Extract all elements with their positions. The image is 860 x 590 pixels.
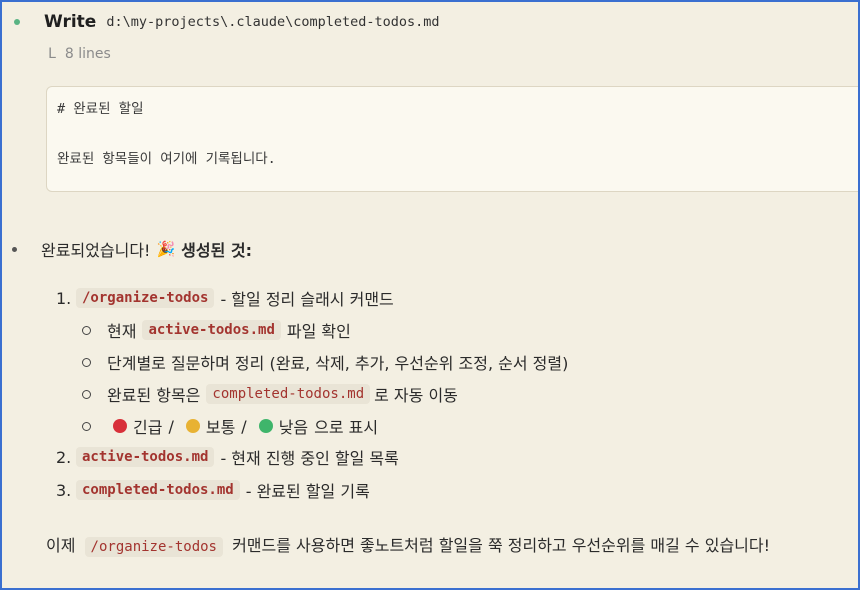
- priority-normal: 보통: [205, 418, 236, 437]
- summary-bold: 생성된 것:: [181, 241, 253, 260]
- inline-code: active-todos.md: [76, 447, 215, 467]
- separator: /: [168, 416, 174, 436]
- preview-line-1: # 완료된 할일: [57, 101, 144, 117]
- separator: /: [241, 416, 247, 436]
- green-circle-icon: [258, 419, 273, 433]
- tool-name: Write: [44, 12, 97, 32]
- closing-paragraph: 이제 /organize-todos 커맨드를 사용하면 좋노트처럼 할일을 쭉…: [46, 529, 856, 564]
- list-item-text: - 완료된 할일 기록: [245, 482, 370, 501]
- inline-code: completed-todos.md: [206, 384, 371, 404]
- sub-list-item: 긴급 / 보통 / 낮음 으로 표시: [82, 414, 378, 438]
- list-number: 3.: [56, 480, 72, 500]
- inline-code: active-todos.md: [142, 320, 281, 340]
- list-item: 3. completed-todos.md - 완료된 할일 기록: [56, 478, 370, 502]
- file-preview: # 완료된 할일 완료된 항목들이 여기에 기록됩니다.: [46, 86, 858, 192]
- sub-list-item: 현재 active-todos.md 파일 확인: [82, 318, 351, 342]
- summary-line: 완료되었습니다! 🎉 생성된 것:: [12, 237, 252, 261]
- yellow-circle-icon: [185, 419, 200, 433]
- sub-item-text: 현재: [107, 322, 137, 341]
- inline-code: /organize-todos: [84, 537, 223, 557]
- bullet-icon: [12, 246, 17, 252]
- list-number: 2.: [56, 447, 72, 467]
- sub-list-item: 단계별로 질문하며 정리 (완료, 삭제, 추가, 우선순위 조정, 순서 정렬…: [82, 350, 568, 374]
- circle-bullet-icon: [82, 357, 91, 367]
- summary-text: 완료되었습니다!: [41, 241, 151, 260]
- list-item: 2. active-todos.md - 현재 진행 중인 할일 목록: [56, 445, 399, 469]
- line-count: L 8 lines: [48, 46, 111, 62]
- priority-low: 낮음: [278, 418, 309, 437]
- closing-text: 이제: [46, 536, 76, 555]
- sub-item-text: 단계별로 질문하며 정리 (완료, 삭제, 추가, 우선순위 조정, 순서 정렬…: [107, 354, 569, 373]
- status-dot-icon: [14, 19, 20, 25]
- list-number: 1.: [56, 288, 72, 308]
- sub-item-text: 으로 표시: [314, 418, 379, 437]
- line-count-text: 8 lines: [64, 46, 111, 62]
- sub-item-text: 파일 확인: [286, 322, 351, 341]
- circle-bullet-icon: [82, 421, 91, 431]
- inline-code: completed-todos.md: [76, 480, 240, 500]
- circle-bullet-icon: [82, 389, 91, 399]
- party-popper-icon: 🎉: [156, 240, 176, 258]
- write-tool-header: Write d:\my-projects\.claude\completed-t…: [14, 12, 440, 32]
- sub-item-text: 완료된 항목은: [107, 386, 201, 405]
- file-path[interactable]: d:\my-projects\.claude\completed-todos.m…: [106, 14, 439, 30]
- sub-item-text: 로 자동 이동: [374, 386, 458, 405]
- circle-bullet-icon: [82, 325, 91, 335]
- conversation-panel: Write d:\my-projects\.claude\completed-t…: [0, 0, 860, 590]
- list-item: 1. /organize-todos - 할일 정리 슬래시 커맨드: [56, 286, 394, 310]
- preview-line-3: 완료된 항목들이 여기에 기록됩니다.: [57, 151, 276, 167]
- priority-urgent: 긴급: [133, 418, 163, 437]
- red-circle-icon: [113, 419, 127, 433]
- list-item-text: - 현재 진행 중인 할일 목록: [220, 449, 399, 468]
- closing-text: 커맨드를 사용하면 좋노트처럼 할일을 쭉 정리하고 우선순위를 매길 수 있습…: [232, 536, 771, 555]
- inline-code: /organize-todos: [76, 288, 215, 308]
- list-item-text: - 할일 정리 슬래시 커맨드: [220, 290, 394, 309]
- sub-list-item: 완료된 항목은 completed-todos.md 로 자동 이동: [82, 382, 458, 406]
- branch-icon: L: [48, 46, 57, 62]
